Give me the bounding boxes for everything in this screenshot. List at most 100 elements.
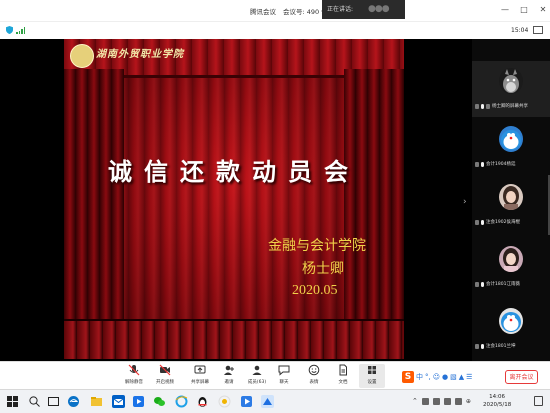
system-tray: ⌃ ⊕ [412,397,471,405]
tencent-video-icon[interactable] [240,395,253,408]
close-icon[interactable]: ✕ [538,5,548,15]
settings-button[interactable]: 设置 [359,364,385,388]
presentation-slide: 湖南外贸职业学院 诚信还款动员会 金融与会计学院 杨士卿 2020.05 [64,39,404,359]
portrait-avatar [499,246,523,272]
user-icon [475,281,479,287]
slide-title: 诚信还款动员会 [108,157,360,186]
tray-app-icon[interactable] [421,397,429,405]
document-label: 文档 [338,380,348,385]
curtain-drape-left [64,69,124,359]
mic-icon [481,161,484,167]
slide-college: 金融与会计学院 [268,238,366,254]
members-button[interactable]: 成员(63) [244,364,270,385]
ime-voice-icon[interactable]: ● [442,373,448,381]
share-screen-label: 共享屏幕 [191,380,209,385]
ime-indicator-icon[interactable]: ⊕ [466,398,471,405]
chat-icon [278,365,290,376]
unmute-button[interactable]: 解除静音 [121,364,147,385]
chevron-right-icon[interactable]: › [463,197,467,207]
speaker-avatars-icon: ●●● [368,4,390,14]
doraemon-avatar [499,308,523,334]
volume-icon[interactable] [443,397,451,405]
taskbar-clock[interactable]: 14:06 2020/5/18 [483,393,511,409]
participant-name: 杨士卿的屏幕共享 [492,104,528,109]
participant-label: 杨士卿的屏幕共享 [475,103,528,109]
edge-browser-icon[interactable] [67,395,80,408]
windows-taskbar: ⌃ ⊕ 14:06 2020/5/18 [0,389,550,413]
encryption-shield-icon[interactable] [6,26,13,34]
participant-tile[interactable]: 杨士卿的屏幕共享 [472,61,550,117]
participant-panel: 杨士卿的屏幕共享 会计1904杨廷 注会1902侯海棍 会计1801江雨薇 注会… [472,39,550,361]
taskbar-date: 2020/5/18 [483,402,512,408]
shared-screen-area: 湖南外贸职业学院 诚信还款动员会 金融与会计学院 杨士卿 2020.05 › [0,39,470,361]
ime-menu-icon[interactable]: ☰ [466,373,472,381]
wechat-icon[interactable] [153,395,166,408]
participant-tile[interactable]: 注会1801兰坤 [472,301,550,357]
minimize-icon[interactable]: — [500,5,510,15]
ime-punctuation-icon[interactable]: °, [425,373,431,381]
mic-icon [481,103,484,109]
file-explorer-icon[interactable] [90,395,103,408]
media-player-icon[interactable] [132,395,145,408]
document-button[interactable]: 文档 [330,364,356,385]
emoji-label: 表情 [309,380,319,385]
ime-user-icon[interactable]: ▲ [459,373,464,381]
security-app-icon[interactable] [218,395,231,408]
ie-browser-icon[interactable] [175,395,188,408]
leave-meeting-button[interactable]: 离开会议 [505,370,538,384]
invite-button[interactable]: 邀请 [216,364,242,385]
mic-muted-icon [128,364,140,376]
ime-toolbar[interactable]: S 中 °, ☺ ● ▧ ▲ ☰ [402,370,480,383]
screen-share-icon [486,103,490,109]
emoji-button[interactable]: 表情 [301,364,327,385]
tencent-meeting-taskbar-icon[interactable] [261,395,274,408]
title-bar: 腾讯会议 会议号: 490 986 571 正在讲话: ●●● — □ ✕ [0,0,550,21]
participant-label: 会计1801江雨薇 [475,281,520,287]
tray-chevron-up-icon[interactable]: ⌃ [412,397,418,405]
meeting-toolbar: 解除静音 开启视频 共享屏幕 邀请 成员(63) 聊天 表情 文档 设置 S 中… [0,361,550,389]
start-video-label: 开启视频 [156,380,174,385]
sogou-ime-icon[interactable]: S [402,370,414,383]
ime-mode-label[interactable]: 中 [416,372,423,382]
maximize-icon[interactable]: □ [519,5,529,15]
taskbar-time: 14:06 [489,394,506,400]
qq-penguin-icon[interactable] [196,395,209,408]
chat-button[interactable]: 聊天 [271,364,297,385]
chat-label: 聊天 [279,380,289,385]
mic-icon [481,343,484,349]
mail-icon[interactable] [112,395,125,408]
speaking-indicator: 正在讲话: ●●● [322,0,405,19]
app-name: 腾讯会议 [250,8,276,16]
search-icon[interactable] [28,395,41,408]
user-icon [475,343,479,349]
task-view-icon[interactable] [47,395,60,408]
ime-keyboard-icon[interactable]: ▧ [450,373,457,381]
totoro-avatar [499,68,523,94]
ime-emoji-icon[interactable]: ☺ [433,373,440,381]
layout-view-icon[interactable] [533,26,543,34]
participant-tile[interactable]: 注会1902侯海棍 [472,177,550,233]
start-video-button[interactable]: 开启视频 [152,364,178,385]
participant-tile[interactable]: 会计1801江雨薇 [472,239,550,295]
network-signal-icon[interactable] [16,27,25,34]
participant-name: 注会1902侯海棍 [486,220,520,225]
portrait-avatar [499,184,523,210]
windows-start-icon[interactable] [6,395,19,408]
share-screen-button[interactable]: 共享屏幕 [187,364,213,385]
participant-label: 注会1801兰坤 [475,343,515,349]
school-emblem-icon [70,44,94,68]
battery-icon[interactable] [454,397,462,405]
meeting-id-label: 会议号: [283,8,305,16]
network-icon[interactable] [432,397,440,405]
settings-label: 设置 [367,380,377,385]
members-icon [252,365,262,375]
settings-icon [368,366,376,374]
members-label: 成员(63) [247,380,267,385]
user-icon [475,219,479,225]
user-icon [475,103,479,109]
participant-label: 会计1904杨廷 [475,161,515,167]
notification-icon[interactable] [534,396,543,406]
invite-icon [224,365,234,375]
slide-date: 2020.05 [292,283,338,298]
participant-tile[interactable]: 会计1904杨廷 [472,119,550,175]
